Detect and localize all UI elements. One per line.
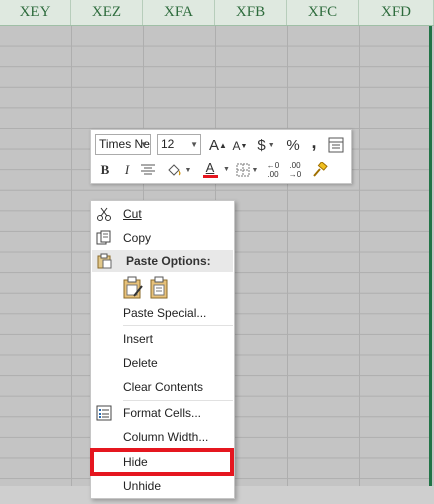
center-align-icon <box>141 164 155 175</box>
decrease-decimal-button[interactable]: .00 →0 <box>285 160 305 180</box>
grow-font-button[interactable]: A ▲ <box>208 135 228 155</box>
chevron-down-icon[interactable]: ▼ <box>223 166 230 173</box>
copy-icon <box>96 230 111 245</box>
comma-style-button[interactable]: , <box>306 132 322 152</box>
font-size-value: 12 <box>161 137 175 151</box>
number-format-icon <box>328 137 344 153</box>
menu-label-cut: Cut <box>123 207 142 221</box>
font-color-swatch <box>202 174 218 178</box>
currency-icon: $ <box>257 136 266 154</box>
chevron-down-icon: ▼ <box>251 166 259 174</box>
selection-border <box>429 26 432 504</box>
paste-button[interactable] <box>149 276 171 300</box>
mini-toolbar: Times Ne ▼ 12 ▼ A ▲ A ▼ $ ▼ % , B I ▼ A … <box>90 129 352 184</box>
menu-label-delete: Delete <box>123 356 158 370</box>
chevron-down-icon: ▼ <box>267 141 275 149</box>
column-header-xez[interactable]: XEZ <box>71 0 143 25</box>
hide-highlight-box <box>90 448 234 476</box>
fill-color-button[interactable]: ▼ <box>163 161 193 179</box>
menu-label-unhide: Unhide <box>123 479 162 493</box>
shrink-font-button[interactable]: A ▼ <box>230 136 250 156</box>
column-header-xfc[interactable]: XFC <box>287 0 359 25</box>
menu-label-format-cells: Format Cells... <box>123 406 202 420</box>
menu-label-copy: Copy <box>123 231 152 245</box>
menu-item-format-cells[interactable]: Format Cells... <box>91 402 234 424</box>
font-color-button[interactable]: A <box>197 159 223 179</box>
number-format-button[interactable] <box>327 136 345 154</box>
format-painter-icon <box>313 162 328 177</box>
borders-button[interactable]: ▼ <box>233 161 261 179</box>
shrink-font-icon: A <box>232 139 241 153</box>
paste-keep-formatting-icon <box>123 276 143 299</box>
clipboard-icon <box>97 253 112 269</box>
column-header-xfd[interactable]: XFD <box>359 0 434 25</box>
menu-item-paste-special[interactable]: Paste Special... <box>91 302 234 324</box>
fill-color-icon <box>167 164 181 176</box>
menu-item-column-width[interactable]: Column Width... <box>91 426 234 448</box>
center-align-button[interactable] <box>139 162 157 178</box>
column-header-xey[interactable]: XEY <box>0 0 71 25</box>
menu-item-unhide[interactable]: Unhide <box>91 475 234 497</box>
italic-button[interactable]: I <box>119 160 135 180</box>
format-cells-icon <box>96 405 112 421</box>
menu-label-clear-contents: Clear Contents <box>123 380 204 394</box>
chevron-down-icon: ▼ <box>190 140 198 149</box>
comma-icon: , <box>311 131 317 152</box>
accounting-format-button[interactable]: $ ▼ <box>252 135 280 155</box>
column-header-xfa[interactable]: XFA <box>143 0 215 25</box>
bold-button[interactable]: B <box>97 160 113 180</box>
grow-font-icon: A <box>209 136 220 154</box>
menu-label-paste-special: Paste Special... <box>123 306 207 320</box>
menu-item-delete[interactable]: Delete <box>91 352 234 374</box>
menu-item-copy[interactable]: Copy <box>91 227 234 249</box>
menu-item-cut[interactable]: Cut <box>91 203 234 225</box>
menu-separator <box>123 400 233 401</box>
font-size-box[interactable]: 12 ▼ <box>157 134 201 155</box>
font-color-icon: A <box>205 159 215 175</box>
menu-label-column-width: Column Width... <box>123 430 209 444</box>
paste-options-label: Paste Options: <box>126 254 211 268</box>
scissors-icon <box>97 207 111 221</box>
menu-label-insert: Insert <box>123 332 154 346</box>
column-header-bar: XEY XEZ XFA XFB XFC XFD <box>0 0 434 26</box>
percent-icon: % <box>286 136 300 154</box>
menu-separator <box>123 325 233 326</box>
paste-icon <box>150 276 168 299</box>
chevron-down-icon: ▼ <box>184 166 192 174</box>
font-name-box[interactable]: Times Ne ▼ <box>95 134 151 155</box>
increase-decimal-button[interactable]: ←0 .00 <box>263 160 283 180</box>
chevron-down-icon: ▼ <box>140 140 148 149</box>
column-header-xfb[interactable]: XFB <box>215 0 287 25</box>
format-painter-button[interactable] <box>309 161 329 179</box>
decrease-decimal-icon: .00 <box>289 161 301 170</box>
menu-item-insert[interactable]: Insert <box>91 328 234 350</box>
borders-icon <box>236 163 250 177</box>
percent-style-button[interactable]: % <box>284 135 302 155</box>
menu-item-clear-contents[interactable]: Clear Contents <box>91 376 234 398</box>
bold-icon: B <box>100 162 110 177</box>
increase-decimal-icon: ←0 <box>266 161 280 170</box>
italic-icon: I <box>124 162 130 177</box>
paste-options-header: Paste Options: <box>92 250 233 272</box>
paste-keep-formatting-button[interactable] <box>122 276 144 300</box>
